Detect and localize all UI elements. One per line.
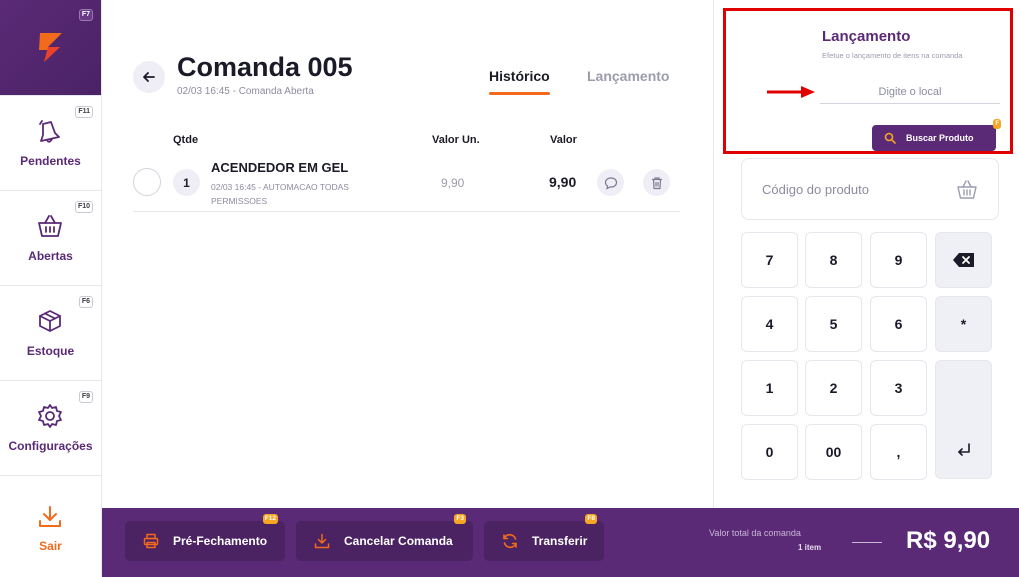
cancelar-comanda-button[interactable]: Cancelar Comanda F3 [296, 514, 473, 561]
transferir-label: Transferir [532, 534, 588, 548]
pre-fechamento-button[interactable]: Pré-Fechamento F12 [125, 514, 285, 561]
search-product-label: Buscar Produto [906, 133, 974, 143]
column-header-qty: Qtde [173, 134, 199, 146]
keypad-00[interactable]: 00 [805, 424, 862, 480]
keypad-6[interactable]: 6 [870, 296, 927, 352]
product-code-input[interactable]: Código do produto [741, 158, 999, 220]
keypad-enter[interactable] [935, 360, 992, 479]
row-delete-button[interactable] [643, 169, 670, 196]
page-title: Comanda 005 [177, 52, 353, 82]
pre-fechamento-label: Pré-Fechamento [173, 534, 268, 548]
shortcut-badge: F6 [78, 296, 93, 308]
keypad-multiply[interactable]: * [935, 296, 992, 352]
row-unit-price: 9,90 [441, 176, 465, 190]
sidebar-item-label: Abertas [28, 249, 73, 263]
total-items: 1 item [798, 543, 822, 552]
keypad-3[interactable]: 3 [870, 360, 927, 416]
shortcut-badge: F3 [454, 514, 466, 524]
product-code-placeholder: Código do produto [762, 182, 869, 197]
logo[interactable]: F7 [0, 0, 101, 95]
cancelar-comanda-label: Cancelar Comanda [344, 534, 453, 548]
bell-icon [39, 120, 60, 143]
sidebar-item-label: Pendentes [20, 154, 81, 168]
keypad-comma[interactable]: , [870, 424, 927, 480]
row-qty: 1 [173, 169, 200, 196]
row-product-name: ACENDEDOR EM GEL [211, 160, 349, 175]
lancamento-subtitle: Efetue o lançamento de itens na comanda [822, 51, 963, 60]
total-divider [852, 542, 882, 543]
sidebar-item-pendentes[interactable]: F11 Pendentes [0, 95, 101, 190]
basket-icon [957, 180, 977, 199]
keypad-0[interactable]: 0 [741, 424, 798, 480]
row-value: 9,90 [549, 174, 577, 190]
shortcut-badge: F12 [262, 514, 278, 524]
search-product-button[interactable]: Buscar Produto F [872, 119, 1001, 151]
keypad-2[interactable]: 2 [805, 360, 862, 416]
sidebar-item-estoque[interactable]: F6 Estoque [0, 285, 101, 380]
backspace-icon [952, 253, 974, 267]
shortcut-badge: F7 [78, 9, 93, 21]
table-row[interactable]: 1 ACENDEDOR EM GEL 02/03 16:45 - AUTOMAC… [133, 154, 680, 212]
total-label: Valor total da comanda [709, 528, 801, 538]
printer-icon [143, 533, 159, 549]
download-icon [39, 506, 61, 527]
basket-icon [38, 215, 62, 237]
keypad-9[interactable]: 9 [870, 232, 927, 288]
sidebar-item-configuracoes[interactable]: F9 Configurações [0, 380, 101, 475]
keypad-7[interactable]: 7 [741, 232, 798, 288]
back-button[interactable] [133, 61, 165, 93]
row-product-desc: 02/03 16:45 - AUTOMACAO TODAS PERMISSOES [211, 182, 349, 206]
keypad-1[interactable]: 1 [741, 360, 798, 416]
keypad-8[interactable]: 8 [805, 232, 862, 288]
refresh-icon [503, 533, 517, 549]
download-icon [314, 533, 330, 549]
chat-bubble-icon [604, 176, 617, 190]
local-input[interactable] [820, 80, 1000, 104]
row-select-radio[interactable] [133, 168, 161, 196]
keypad-backspace[interactable] [935, 232, 992, 288]
box-icon [39, 310, 61, 332]
brand-logo-icon [39, 33, 62, 62]
sidebar-item-label: Estoque [26, 344, 75, 358]
sidebar-item-label: Sair [39, 539, 62, 553]
shortcut-badge: F9 [78, 391, 93, 403]
sidebar-item-abertas[interactable]: F10 Abertas [0, 190, 101, 285]
lancamento-title: Lançamento [822, 28, 911, 45]
shortcut-badge: F11 [75, 106, 93, 118]
column-header-unit: Valor Un. [432, 134, 480, 146]
column-header-value: Valor [550, 134, 577, 146]
search-icon [884, 132, 896, 144]
tab-lancamento[interactable]: Lançamento [587, 68, 669, 84]
red-arrow-icon [767, 86, 815, 98]
page-subtitle: 02/03 16:45 - Comanda Aberta [177, 86, 314, 97]
total-value: R$ 9,90 [906, 527, 991, 554]
transferir-button[interactable]: Transferir F8 [484, 514, 604, 561]
shortcut-badge: F [993, 119, 1001, 129]
sidebar-item-label: Configurações [8, 439, 93, 453]
app-root: F7 F11 Pendentes F10 Abertas F6 Estoque … [0, 0, 1019, 577]
sidebar: F7 F11 Pendentes F10 Abertas F6 Estoque … [0, 0, 102, 577]
trash-icon [651, 176, 662, 189]
gear-icon [38, 404, 62, 428]
arrow-left-icon [143, 72, 155, 82]
row-comment-button[interactable] [597, 169, 624, 196]
enter-icon [957, 443, 970, 456]
shortcut-badge: F10 [74, 201, 93, 213]
keypad-4[interactable]: 4 [741, 296, 798, 352]
sidebar-item-sair[interactable]: Sair [0, 475, 101, 570]
shortcut-badge: F8 [585, 514, 597, 524]
keypad-5[interactable]: 5 [805, 296, 862, 352]
tab-historico[interactable]: Histórico [489, 68, 550, 95]
